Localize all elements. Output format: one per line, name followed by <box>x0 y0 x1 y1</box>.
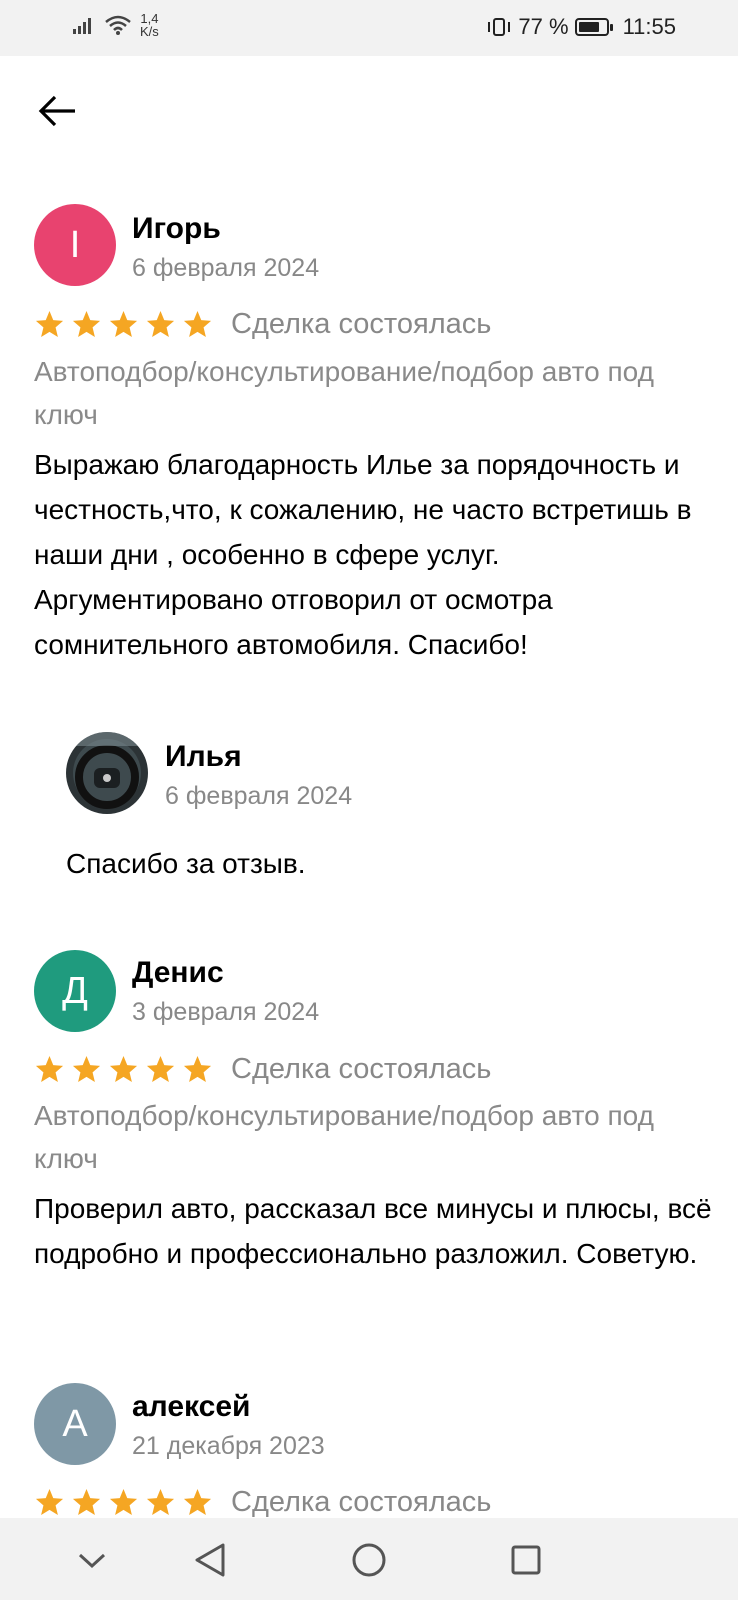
rating-row: Сделка состоялась <box>34 1486 491 1519</box>
wifi-icon <box>105 15 131 35</box>
star-icon <box>109 1488 138 1516</box>
network-speed: 1,4 K/s <box>140 12 159 38</box>
arrow-left-icon <box>38 95 75 127</box>
home-circle-icon <box>352 1543 386 1577</box>
deal-status: Сделка состоялась <box>231 308 492 340</box>
nav-recents-button[interactable] <box>504 1538 548 1582</box>
avatar-initial: I <box>69 223 81 266</box>
battery-percent: 77 % <box>518 14 569 39</box>
review-text: Проверил авто, рассказал все минусы и пл… <box>34 1193 712 1269</box>
reply-avatar <box>66 732 148 814</box>
system-nav-bar <box>0 1518 738 1600</box>
avatar-initial: А <box>62 1402 88 1445</box>
star-rating <box>34 1487 213 1518</box>
rating-row: Сделка состоялась <box>34 308 491 341</box>
clock: 11:55 <box>622 14 676 39</box>
service-name: Автоподбор/консультирование/подбор авто … <box>34 1100 654 1174</box>
star-icon <box>109 1055 138 1083</box>
hide-nav-button[interactable] <box>70 1538 114 1582</box>
recents-square-icon <box>511 1545 541 1575</box>
reviewer-name: алексей <box>132 1390 251 1423</box>
vibrate-icon <box>488 18 511 36</box>
steering-wheel-photo-icon <box>66 732 148 814</box>
reviewer-name: Денис <box>132 956 224 989</box>
back-triangle-icon <box>195 1543 225 1577</box>
avatar: Д <box>34 950 116 1032</box>
avatar: I <box>34 204 116 286</box>
nav-home-button[interactable] <box>347 1538 391 1582</box>
review-text: Выражаю благодарность Илье за порядочнос… <box>34 449 692 660</box>
star-icon <box>183 1488 212 1516</box>
star-icon <box>35 310 64 338</box>
reply-author-name: Илья <box>165 740 242 773</box>
status-bar: 1,4 K/s 77 % 11:55 <box>0 0 738 56</box>
star-icon <box>109 310 138 338</box>
avatar: А <box>34 1383 116 1465</box>
star-rating <box>34 309 213 340</box>
star-icon <box>183 1055 212 1083</box>
signal-icon <box>73 18 91 34</box>
star-icon <box>72 1488 101 1516</box>
avatar-initial: Д <box>62 969 88 1012</box>
battery-fill <box>578 22 599 32</box>
status-left: 1,4 K/s <box>72 12 159 38</box>
star-icon <box>35 1488 64 1516</box>
back-button[interactable] <box>34 88 80 134</box>
service-name: Автоподбор/консультирование/подбор авто … <box>34 356 654 430</box>
star-rating <box>34 1054 213 1085</box>
review-date: 21 декабря 2023 <box>132 1432 325 1460</box>
star-icon <box>72 310 101 338</box>
deal-status: Сделка состоялась <box>231 1486 492 1518</box>
rating-row: Сделка состоялась <box>34 1053 491 1086</box>
star-icon <box>72 1055 101 1083</box>
review-date: 6 февраля 2024 <box>132 254 320 282</box>
network-speed-unit: K/s <box>140 24 159 39</box>
reply-date: 6 февраля 2024 <box>165 782 353 810</box>
star-icon <box>146 310 175 338</box>
status-right: 77 % 11:55 <box>486 14 676 40</box>
deal-status: Сделка состоялась <box>231 1053 492 1085</box>
chevron-down-icon <box>78 1553 106 1569</box>
star-icon <box>183 310 212 338</box>
review-date: 3 февраля 2024 <box>132 998 320 1026</box>
star-icon <box>146 1055 175 1083</box>
nav-back-button[interactable] <box>188 1538 232 1582</box>
battery-icon <box>574 18 613 36</box>
star-icon <box>146 1488 175 1516</box>
reply-text: Спасибо за отзыв. <box>66 848 306 879</box>
star-icon <box>35 1055 64 1083</box>
reviewer-name: Игорь <box>132 212 221 245</box>
